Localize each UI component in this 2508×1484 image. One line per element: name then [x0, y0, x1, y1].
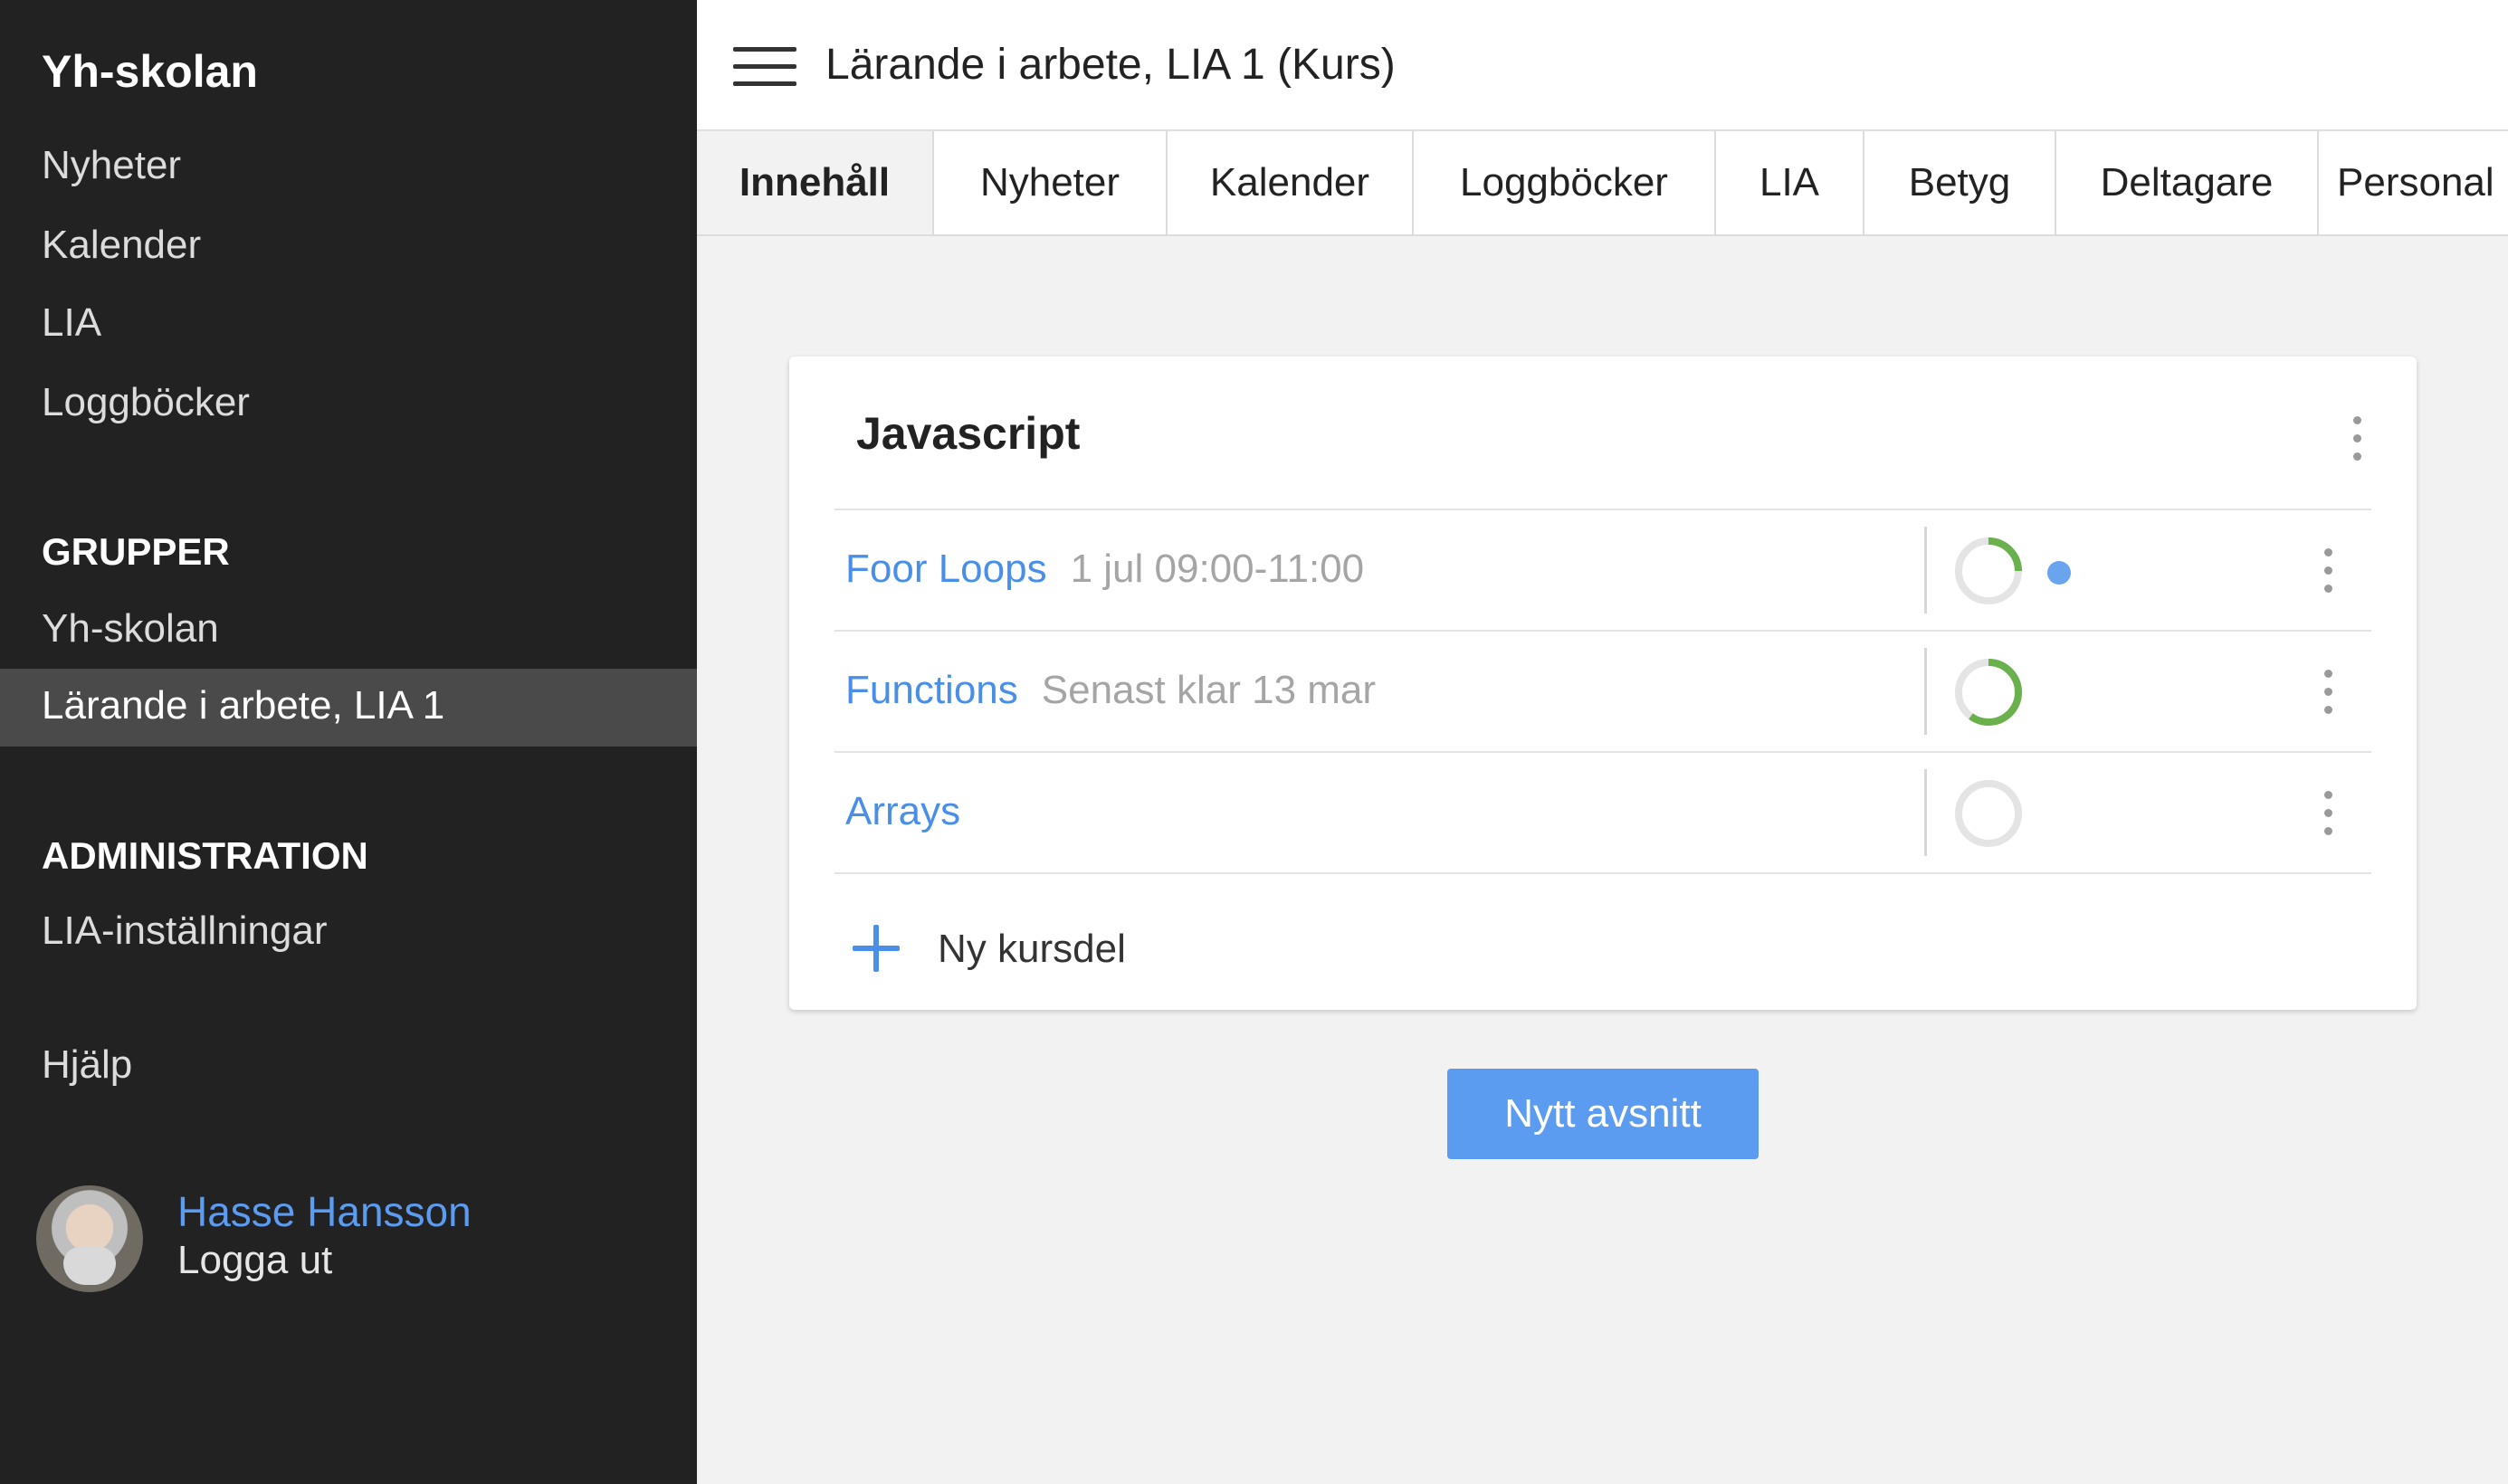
unread-dot-icon	[2047, 561, 2071, 585]
sidebar-item-kalender[interactable]: Kalender	[42, 223, 201, 268]
course-part-row: Foor Loops 1 jul 09:00-11:00	[834, 509, 2371, 632]
tab-deltagare[interactable]: Deltagare	[2056, 131, 2319, 234]
new-section-button[interactable]: Nytt avsnitt	[1447, 1069, 1759, 1159]
course-part-name: Foor Loops	[845, 547, 1047, 591]
logout-link[interactable]: Logga ut	[177, 1238, 332, 1283]
course-part-link[interactable]: Arrays	[845, 789, 960, 834]
sidebar-item-lia[interactable]: LIA	[42, 300, 101, 346]
page-title: Lärande i arbete, LIA 1 (Kurs)	[825, 41, 1396, 89]
administration-heading: ADMINISTRATION	[42, 834, 368, 877]
section-title: Javascript	[856, 408, 1081, 459]
course-part-name: Functions	[845, 668, 1018, 712]
tab-label: Personal	[2337, 160, 2494, 205]
course-part-link[interactable]: Foor Loops 1 jul 09:00-11:00	[845, 547, 1364, 592]
progress-ring-icon	[1955, 537, 2022, 604]
tab-betyg[interactable]: Betyg	[1864, 131, 2056, 234]
course-part-link[interactable]: Functions Senast klar 13 mar	[845, 668, 1376, 713]
course-part-meta: Senast klar 13 mar	[1041, 668, 1377, 712]
top-header: Lärande i arbete, LIA 1 (Kurs)	[697, 0, 2508, 131]
sidebar-item-lia-installningar[interactable]: LIA-inställningar	[42, 908, 328, 954]
tab-personal[interactable]: Personal	[2319, 131, 2508, 234]
sidebar-group-lia-1-active[interactable]: Lärande i arbete, LIA 1	[0, 669, 697, 747]
sidebar: Yh-skolan Nyheter Kalender LIA Loggböcke…	[0, 0, 697, 1484]
sidebar-item-loggbocker[interactable]: Loggböcker	[42, 380, 250, 425]
row-divider	[1924, 527, 1927, 614]
tab-label: Betyg	[1908, 160, 2011, 205]
row-divider	[834, 872, 2371, 874]
progress-ring-icon	[1955, 659, 2022, 726]
sidebar-item-nyheter[interactable]: Nyheter	[42, 143, 181, 188]
progress-ring-icon	[1955, 780, 2022, 847]
row-divider	[1924, 648, 1927, 735]
row-divider	[1924, 769, 1927, 856]
add-course-part-label: Ny kursdel	[938, 927, 1126, 971]
tab-kalender[interactable]: Kalender	[1168, 131, 1414, 234]
avatar[interactable]	[36, 1185, 143, 1292]
row-more-icon[interactable]	[2313, 666, 2341, 720]
sidebar-item-help[interactable]: Hjälp	[42, 1042, 132, 1088]
row-more-icon[interactable]	[2313, 787, 2341, 842]
row-more-icon[interactable]	[2313, 545, 2341, 599]
plus-icon	[853, 925, 900, 972]
tab-label: Deltagare	[2100, 160, 2274, 205]
tab-lia[interactable]: LIA	[1716, 131, 1864, 234]
tab-label: Kalender	[1209, 160, 1370, 205]
tab-label: Nyheter	[979, 160, 1120, 205]
tab-loggbocker[interactable]: Loggböcker	[1414, 131, 1716, 234]
section-card: Javascript Foor Loops 1 jul 09:00-11:00 F…	[789, 357, 2417, 1010]
hamburger-menu-icon[interactable]	[733, 47, 796, 87]
tab-label: Loggböcker	[1460, 160, 1668, 205]
tab-bar: Innehåll Nyheter Kalender Loggböcker LIA…	[697, 131, 2508, 236]
course-part-row: Arrays	[834, 751, 2371, 874]
section-more-icon[interactable]	[2342, 413, 2370, 467]
course-part-name: Arrays	[845, 789, 961, 833]
course-part-row: Functions Senast klar 13 mar	[834, 630, 2371, 753]
user-name-link[interactable]: Hasse Hansson	[177, 1187, 472, 1236]
tab-label: LIA	[1759, 160, 1820, 205]
brand-title[interactable]: Yh-skolan	[42, 45, 258, 98]
tab-label: Innehåll	[739, 160, 891, 205]
groups-heading: GRUPPER	[42, 530, 230, 573]
sidebar-group-yh-skolan[interactable]: Yh-skolan	[42, 606, 219, 652]
tab-nyheter[interactable]: Nyheter	[934, 131, 1168, 234]
tab-innehall[interactable]: Innehåll	[697, 131, 934, 234]
course-part-meta: 1 jul 09:00-11:00	[1070, 547, 1365, 591]
sidebar-group-label: Lärande i arbete, LIA 1	[42, 683, 445, 728]
